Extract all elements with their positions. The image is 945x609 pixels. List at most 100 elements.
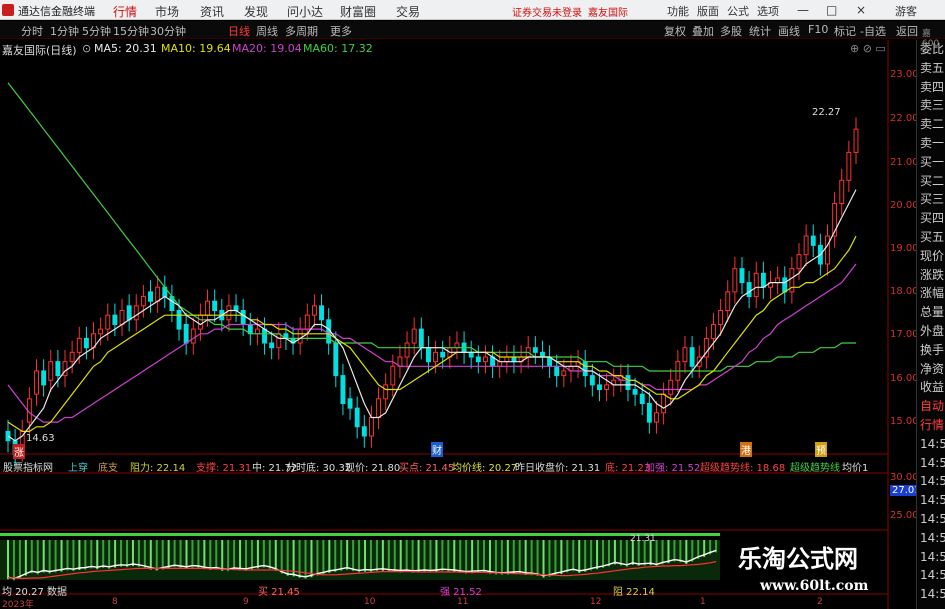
btn-draw[interactable]: 画线 <box>778 23 800 39</box>
side-panel-item[interactable]: 卖三 <box>917 96 945 115</box>
side-panel-item[interactable]: 14:5 <box>917 548 945 567</box>
event-tag[interactable]: 涨 <box>13 444 25 459</box>
side-panel-item[interactable]: 卖二 <box>917 115 945 134</box>
candle[interactable] <box>440 351 446 358</box>
candle[interactable] <box>511 356 517 363</box>
candle[interactable] <box>119 310 125 325</box>
candle[interactable] <box>625 375 631 391</box>
candle[interactable] <box>219 310 225 321</box>
candle[interactable] <box>368 416 374 437</box>
candle[interactable] <box>247 323 253 335</box>
candle[interactable] <box>768 282 773 288</box>
candle[interactable] <box>504 356 510 363</box>
candle[interactable] <box>618 375 624 381</box>
menu-function[interactable]: 功能 <box>667 3 689 19</box>
candle[interactable] <box>283 333 289 339</box>
side-panel-item[interactable]: 换手 <box>917 341 945 360</box>
candle[interactable] <box>5 430 11 442</box>
candle[interactable] <box>133 305 139 321</box>
nav-trade[interactable]: 交易 <box>396 3 420 20</box>
candle[interactable] <box>654 412 659 423</box>
btn-back[interactable]: 返回 <box>896 23 918 39</box>
candle[interactable] <box>411 328 417 344</box>
candle[interactable] <box>582 361 588 377</box>
candle[interactable] <box>197 314 203 330</box>
candle[interactable] <box>155 286 161 302</box>
candle[interactable] <box>55 361 61 377</box>
period-timeshare[interactable]: 分时 <box>21 23 43 39</box>
candle[interactable] <box>554 365 560 377</box>
nav-discover[interactable]: 发现 <box>244 3 268 20</box>
candle[interactable] <box>447 347 453 358</box>
period-5min[interactable]: 5分钟 <box>82 23 111 39</box>
candle[interactable] <box>632 389 638 395</box>
candle[interactable] <box>711 323 716 339</box>
candle[interactable] <box>718 310 724 325</box>
btn-f10[interactable]: F10 <box>808 23 828 36</box>
side-panel-item[interactable]: 净资 <box>917 360 945 379</box>
side-panel-item[interactable]: 卖四 <box>917 78 945 97</box>
candle[interactable] <box>539 351 545 358</box>
candle[interactable] <box>269 342 275 349</box>
candle[interactable] <box>205 300 210 316</box>
candle[interactable] <box>212 300 218 312</box>
candle[interactable] <box>475 356 481 363</box>
candle[interactable] <box>825 235 830 265</box>
candle[interactable] <box>83 337 89 349</box>
candle[interactable] <box>26 398 32 423</box>
nav-quotes[interactable]: 行情 <box>113 3 137 20</box>
login-notice[interactable]: 证券交易未登录 <box>512 4 582 19</box>
candle[interactable] <box>425 347 431 363</box>
candle[interactable] <box>340 375 346 405</box>
candle[interactable] <box>482 356 488 363</box>
event-tag[interactable]: 港 <box>740 442 752 457</box>
nav-xiaoda[interactable]: 问小达 <box>287 3 323 20</box>
nav-market[interactable]: 市场 <box>155 3 179 20</box>
candle[interactable] <box>696 356 702 367</box>
side-panel-item[interactable]: 买四 <box>917 209 945 228</box>
candle[interactable] <box>532 347 538 353</box>
candle[interactable] <box>839 179 845 205</box>
candle[interactable] <box>254 328 260 335</box>
candle[interactable] <box>126 305 132 321</box>
candle[interactable] <box>48 361 54 381</box>
side-panel-item[interactable]: 行情 <box>917 416 945 435</box>
maximize-icon[interactable]: □ <box>826 3 837 17</box>
candle[interactable] <box>311 305 317 316</box>
candle[interactable] <box>525 347 531 358</box>
candle[interactable] <box>775 277 781 284</box>
period-multi[interactable]: 多周期 <box>285 23 318 39</box>
side-panel-item[interactable]: 涨幅 <box>917 284 945 303</box>
candle[interactable] <box>846 151 852 181</box>
candle[interactable] <box>105 314 111 330</box>
candle[interactable] <box>732 268 738 293</box>
candle[interactable] <box>319 305 325 321</box>
candle[interactable] <box>604 384 610 391</box>
side-panel-item[interactable]: 买二 <box>917 172 945 191</box>
candle[interactable] <box>518 356 524 363</box>
side-panel-item[interactable]: 14:5 <box>917 510 945 529</box>
candle[interactable] <box>803 235 809 256</box>
candle[interactable] <box>461 342 467 353</box>
candle[interactable] <box>183 323 189 344</box>
side-panel-item[interactable]: 14:5 <box>917 585 945 604</box>
side-panel-item[interactable]: 收益 <box>917 378 945 397</box>
candle[interactable] <box>760 272 766 288</box>
menu-layout[interactable]: 版面 <box>697 3 719 19</box>
candle[interactable] <box>661 393 667 414</box>
candle[interactable] <box>112 314 118 325</box>
candle[interactable] <box>497 361 503 367</box>
side-panel-item[interactable]: 总量 <box>917 303 945 322</box>
candle[interactable] <box>589 375 595 386</box>
candle[interactable] <box>240 310 246 325</box>
side-panel-item[interactable]: 自动 <box>917 397 945 416</box>
candle[interactable] <box>361 426 367 437</box>
candle[interactable] <box>597 384 602 391</box>
period-30min[interactable]: 30分钟 <box>150 23 186 39</box>
candle[interactable] <box>789 268 795 293</box>
candle[interactable] <box>376 398 382 418</box>
candle[interactable] <box>454 342 460 349</box>
candle[interactable] <box>547 356 553 367</box>
btn-stats[interactable]: 统计 <box>749 23 771 39</box>
candle[interactable] <box>689 347 695 367</box>
